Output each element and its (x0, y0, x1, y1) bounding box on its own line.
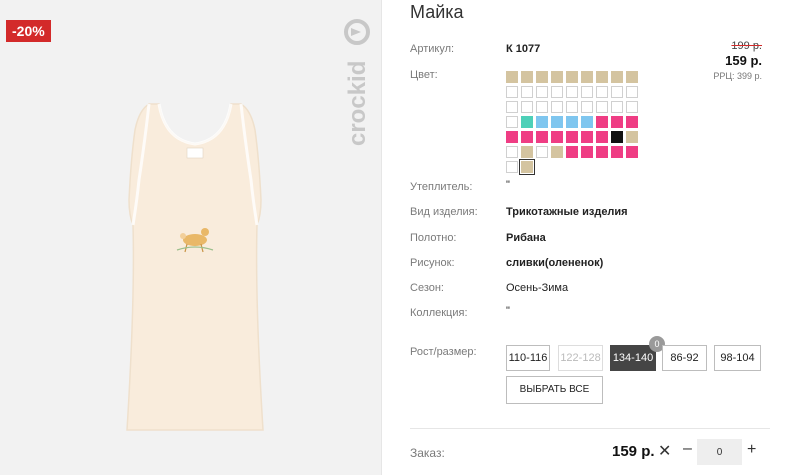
insulation-label: Утеплитель: (410, 181, 473, 193)
color-swatch-white[interactable] (566, 101, 578, 113)
color-swatch-beige[interactable] (519, 159, 535, 175)
color-swatch-pink[interactable] (596, 146, 608, 158)
size-option-110-116[interactable]: 110-116 (506, 345, 550, 371)
quantity-input[interactable] (697, 439, 742, 465)
discount-badge: -20% (6, 20, 51, 42)
color-swatch-pink[interactable] (536, 131, 548, 143)
old-price: 199 р. (731, 40, 762, 52)
color-swatch-teal[interactable] (521, 116, 533, 128)
close-icon[interactable]: ✕ (658, 441, 671, 461)
size-option-122-128[interactable]: 122-128 (558, 345, 603, 371)
color-swatch-white[interactable] (611, 86, 623, 98)
color-swatch-beige[interactable] (551, 146, 563, 158)
color-swatch-grid (506, 71, 656, 175)
color-swatch-white[interactable] (506, 116, 518, 128)
color-swatch-pink[interactable] (581, 131, 593, 143)
color-swatch-pink[interactable] (626, 116, 638, 128)
color-swatch-pink[interactable] (551, 131, 563, 143)
color-swatch-white[interactable] (521, 86, 533, 98)
color-swatch-beige[interactable] (506, 71, 518, 83)
product-gallery: -20% crockid (0, 0, 381, 475)
size-option-98-104[interactable]: 98-104 (714, 345, 761, 371)
color-swatch-white[interactable] (506, 161, 518, 173)
color-swatch-pink[interactable] (566, 146, 578, 158)
article-label: Артикул: (410, 43, 455, 55)
color-swatch-white[interactable] (551, 101, 563, 113)
plus-icon[interactable]: + (747, 441, 756, 459)
current-price: 159 р. (725, 53, 762, 68)
product-image (126, 103, 264, 431)
color-swatch-white[interactable] (506, 146, 518, 158)
color-label: Цвет: (410, 69, 438, 81)
season-value: Осень-Зима (506, 282, 569, 294)
color-swatch-pink[interactable] (566, 131, 578, 143)
color-swatch-beige[interactable] (551, 71, 563, 83)
size-option-86-92[interactable]: 86-92 (662, 345, 707, 371)
color-swatch-sky[interactable] (581, 116, 593, 128)
color-swatch-white[interactable] (626, 101, 638, 113)
recommended-price: РРЦ: 399 р. (713, 71, 762, 81)
minus-icon[interactable]: – (683, 440, 692, 458)
svg-text:crockid: crockid (344, 61, 371, 146)
color-swatch-sky[interactable] (536, 116, 548, 128)
product-type-label: Вид изделия: (410, 206, 478, 218)
order-divider (410, 428, 770, 429)
color-swatch-beige[interactable] (521, 71, 533, 83)
color-swatch-sky[interactable] (566, 116, 578, 128)
season-label: Сезон: (410, 282, 444, 294)
insulation-value: " (506, 179, 510, 191)
color-swatch-white[interactable] (596, 86, 608, 98)
order-price: 159 р. (612, 443, 655, 460)
product-details: Майка 199 р. 159 р. РРЦ: 399 р. Артикул:… (382, 0, 800, 475)
color-swatch-white[interactable] (596, 101, 608, 113)
size-option-134-140[interactable]: 134-140 (610, 345, 656, 371)
color-swatch-beige[interactable] (536, 71, 548, 83)
color-swatch-beige[interactable] (596, 71, 608, 83)
color-swatch-white[interactable] (581, 86, 593, 98)
color-swatch-white[interactable] (626, 86, 638, 98)
print-value: сливки(олененок) (506, 257, 604, 269)
product-title: Майка (410, 2, 464, 22)
color-swatch-white[interactable] (521, 101, 533, 113)
color-swatch-white[interactable] (581, 101, 593, 113)
brand-logo: crockid (344, 19, 371, 146)
color-swatch-white[interactable] (536, 101, 548, 113)
color-swatch-beige[interactable] (521, 146, 533, 158)
fabric-label: Полотно: (410, 232, 457, 244)
color-swatch-pink[interactable] (596, 131, 608, 143)
select-all-button[interactable]: ВЫБРАТЬ ВСЕ (506, 376, 603, 404)
size-label: Рост/размер: (410, 346, 477, 358)
color-swatch-beige[interactable] (626, 71, 638, 83)
color-swatch-white[interactable] (536, 86, 548, 98)
product-type-value: Трикотажные изделия (506, 206, 628, 218)
color-swatch-pink[interactable] (611, 146, 623, 158)
print-label: Рисунок: (410, 257, 455, 269)
color-swatch-black[interactable] (611, 131, 623, 143)
color-swatch-white[interactable] (566, 86, 578, 98)
color-swatch-pink[interactable] (581, 146, 593, 158)
color-swatch-white[interactable] (506, 86, 518, 98)
color-swatch-white[interactable] (536, 146, 548, 158)
color-swatch-white[interactable] (551, 86, 563, 98)
color-swatch-sky[interactable] (551, 116, 563, 128)
order-label: Заказ: (410, 446, 445, 460)
color-swatch-pink[interactable] (611, 116, 623, 128)
color-swatch-beige[interactable] (626, 131, 638, 143)
color-swatch-beige[interactable] (566, 71, 578, 83)
color-swatch-beige[interactable] (611, 71, 623, 83)
color-swatch-white[interactable] (611, 101, 623, 113)
color-swatch-pink[interactable] (521, 131, 533, 143)
color-swatch-white[interactable] (506, 101, 518, 113)
fabric-value: Рибана (506, 232, 546, 244)
color-swatch-pink[interactable] (506, 131, 518, 143)
collection-value: " (506, 305, 510, 317)
color-swatch-pink[interactable] (596, 116, 608, 128)
color-swatch-beige[interactable] (581, 71, 593, 83)
color-swatch-pink[interactable] (626, 146, 638, 158)
collection-label: Коллекция: (410, 307, 468, 319)
article-value: К 1077 (506, 43, 541, 55)
